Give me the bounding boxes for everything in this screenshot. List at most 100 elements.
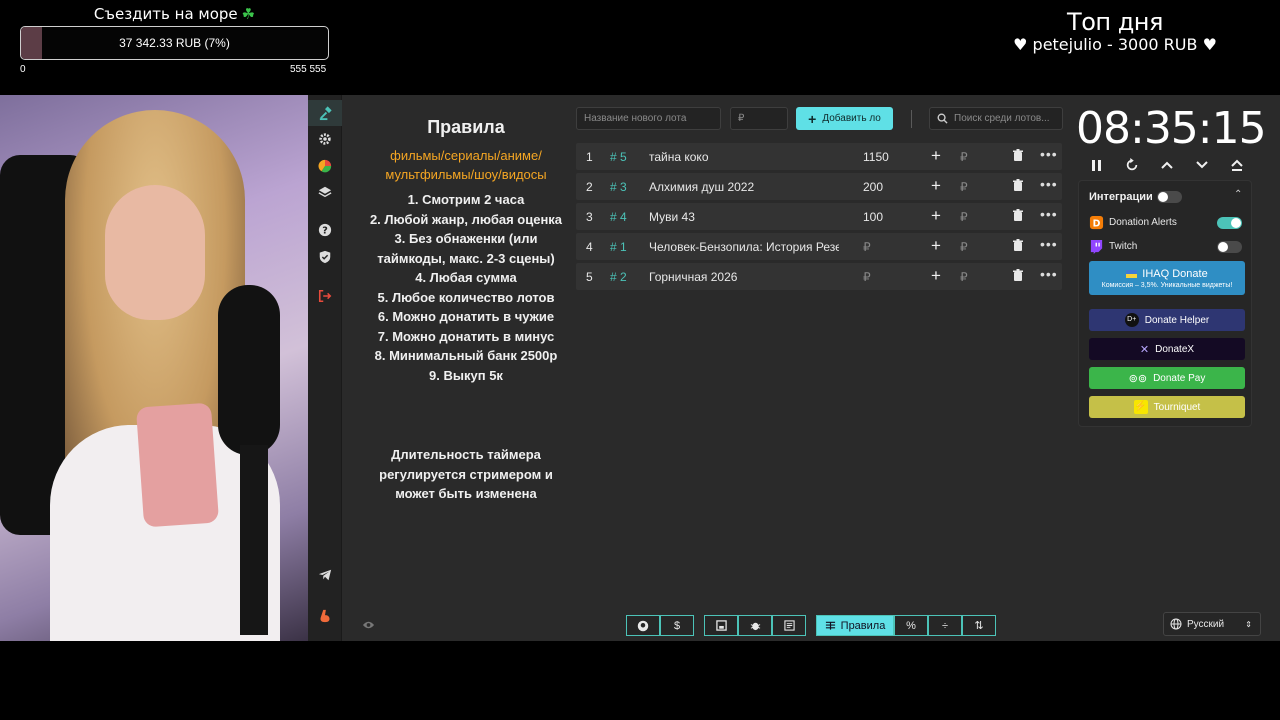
donation-alerts-toggle[interactable] bbox=[1217, 217, 1242, 229]
lot-row[interactable]: 3 # 4 Муви 43 100 + ₽ ••• bbox=[576, 203, 1062, 230]
rule-item: 4. Любая сумма bbox=[415, 270, 517, 285]
integrations-title: Интеграции bbox=[1089, 191, 1153, 203]
twitch-toggle[interactable] bbox=[1217, 241, 1242, 253]
lot-id: # 5 bbox=[610, 150, 627, 164]
percent-button[interactable]: % bbox=[894, 615, 928, 636]
language-select[interactable]: Русский ⇕ bbox=[1163, 612, 1261, 636]
microphone-arm bbox=[240, 445, 268, 635]
search-input[interactable]: Поиск среди лотов... bbox=[929, 107, 1063, 130]
trash-icon[interactable] bbox=[1012, 209, 1024, 225]
bottom-group-links: $ bbox=[626, 615, 694, 636]
amount-input[interactable]: ₽ bbox=[730, 107, 788, 130]
plus-icon[interactable]: + bbox=[931, 206, 941, 226]
logout-icon[interactable] bbox=[308, 283, 342, 309]
lot-amount[interactable]: ₽ bbox=[863, 270, 871, 284]
lot-add-amount-input[interactable]: ₽ bbox=[960, 210, 968, 224]
lot-add-amount-input[interactable]: ₽ bbox=[960, 270, 968, 284]
dollar-icon[interactable]: $ bbox=[660, 615, 694, 636]
checklist-icon[interactable] bbox=[772, 615, 806, 636]
add-lot-button[interactable]: + Добавить ло bbox=[796, 107, 893, 130]
lot-id: # 1 bbox=[610, 240, 627, 254]
lot-add-amount-input[interactable]: ₽ bbox=[960, 180, 968, 194]
rule-item: 1. Смотрим 2 часа bbox=[407, 192, 525, 207]
lot-amount[interactable]: 200 bbox=[863, 180, 883, 194]
pause-icon[interactable] bbox=[1087, 155, 1107, 175]
reset-icon[interactable] bbox=[1122, 155, 1142, 175]
svg-text:?: ? bbox=[322, 226, 328, 237]
trash-icon[interactable] bbox=[1012, 149, 1024, 165]
trash-icon[interactable] bbox=[1012, 269, 1024, 285]
donate-pay-button[interactable]: ⊚⊚ Donate Pay bbox=[1089, 367, 1245, 389]
webcam-feed bbox=[0, 95, 308, 641]
lot-number: 3 bbox=[586, 210, 593, 224]
trash-icon[interactable] bbox=[1012, 179, 1024, 195]
double-up-icon[interactable] bbox=[1227, 155, 1247, 175]
donation-alerts-row: D Donation Alerts bbox=[1089, 215, 1177, 230]
chevron-up-icon[interactable] bbox=[1157, 155, 1177, 175]
twitch-row: Twitch bbox=[1089, 239, 1137, 254]
auction-icon[interactable] bbox=[308, 100, 342, 126]
lot-row[interactable]: 2 # 3 Алхимия душ 2022 200 + ₽ ••• bbox=[576, 173, 1062, 200]
auction-app: ? Правила фильмы/сериалы/аниме/ мультфил… bbox=[308, 95, 1280, 641]
lot-number: 5 bbox=[586, 270, 593, 284]
donate-helper-icon: D+ bbox=[1124, 313, 1139, 327]
lot-amount[interactable]: ₽ bbox=[863, 240, 871, 254]
twitch-icon bbox=[1090, 239, 1103, 254]
donatex-label: DonateX bbox=[1155, 343, 1195, 355]
plus-icon[interactable]: + bbox=[931, 266, 941, 286]
lot-add-amount-input[interactable]: ₽ bbox=[960, 240, 968, 254]
eye-icon[interactable] bbox=[362, 620, 375, 630]
twitch-label: Twitch bbox=[1109, 241, 1138, 252]
ukraine-flag-icon bbox=[1126, 269, 1138, 278]
divide-button[interactable]: ÷ bbox=[928, 615, 962, 636]
pie-chart-icon[interactable] bbox=[308, 153, 342, 179]
more-icon[interactable]: ••• bbox=[1040, 146, 1058, 162]
more-icon[interactable]: ••• bbox=[1040, 206, 1058, 222]
lot-number: 1 bbox=[586, 150, 593, 164]
plus-icon[interactable]: + bbox=[931, 176, 941, 196]
trash-icon[interactable] bbox=[1012, 239, 1024, 255]
donate-helper-button[interactable]: D+ Donate Helper bbox=[1089, 309, 1245, 331]
sort-button[interactable]: ⇅ bbox=[962, 615, 996, 636]
chevron-up-icon[interactable]: ⌃ bbox=[1234, 189, 1242, 200]
lot-amount[interactable]: 100 bbox=[863, 210, 883, 224]
rule-item: 9. Выкуп 5к bbox=[429, 367, 503, 383]
ihaq-donate-button[interactable]: IHAQ Donate Комиссия – 3,5%. Уникальные … bbox=[1089, 261, 1245, 295]
chevron-down-icon[interactable] bbox=[1192, 155, 1212, 175]
save-icon[interactable] bbox=[704, 615, 738, 636]
lot-name[interactable]: Человек-Бензопила: История Резе bbox=[649, 240, 839, 254]
gear-icon[interactable] bbox=[308, 126, 342, 152]
lots-table: 1 # 5 тайна коко 1150 + ₽ ••• 2 # 3 Алхимия душ 2… bbox=[576, 143, 1062, 293]
tourniquet-button[interactable]: ⚡ Tourniquet bbox=[1089, 396, 1245, 418]
lot-name[interactable]: тайна коко bbox=[649, 150, 839, 164]
help-icon[interactable]: ? bbox=[308, 217, 342, 243]
timer-display: 08:35:15 bbox=[1076, 103, 1267, 154]
plus-icon[interactable]: + bbox=[931, 236, 941, 256]
telegram-icon[interactable] bbox=[308, 562, 342, 588]
rules-tab-button[interactable]: Правила bbox=[816, 615, 894, 636]
add-lot-label: Добавить ло bbox=[822, 113, 881, 124]
boosty-icon[interactable] bbox=[308, 603, 342, 629]
lot-name[interactable]: Муви 43 bbox=[649, 210, 839, 224]
donatex-button[interactable]: ✕ DonateX bbox=[1089, 338, 1245, 360]
new-lot-input[interactable]: Название нового лота bbox=[576, 107, 721, 130]
lot-row[interactable]: 4 # 1 Человек-Бензопила: История Резе ₽ + ₽ ••… bbox=[576, 233, 1062, 260]
lot-row[interactable]: 5 # 2 Горничная 2026 ₽ + ₽ ••• bbox=[576, 263, 1062, 290]
stream-screen: Съездить на море ☘ 37 342.33 RUB (7%) 0 5… bbox=[0, 0, 1280, 720]
lot-name[interactable]: Горничная 2026 bbox=[649, 270, 839, 284]
lot-row[interactable]: 1 # 5 тайна коко 1150 + ₽ ••• bbox=[576, 143, 1062, 170]
lot-amount[interactable]: 1150 bbox=[863, 150, 889, 164]
github-icon[interactable] bbox=[626, 615, 660, 636]
integrations-toggle[interactable] bbox=[1157, 191, 1182, 203]
plus-icon[interactable]: + bbox=[931, 146, 941, 166]
goal-min-label: 0 bbox=[20, 64, 26, 75]
more-icon[interactable]: ••• bbox=[1040, 176, 1058, 192]
lot-add-amount-input[interactable]: ₽ bbox=[960, 150, 968, 164]
bug-icon[interactable] bbox=[738, 615, 772, 636]
more-icon[interactable]: ••• bbox=[1040, 236, 1058, 252]
shield-icon[interactable] bbox=[308, 244, 342, 270]
rule-item: 7. Можно донатить в минус bbox=[377, 328, 555, 344]
lot-name[interactable]: Алхимия душ 2022 bbox=[649, 180, 839, 194]
more-icon[interactable]: ••• bbox=[1040, 266, 1058, 282]
layers-icon[interactable] bbox=[308, 179, 342, 205]
